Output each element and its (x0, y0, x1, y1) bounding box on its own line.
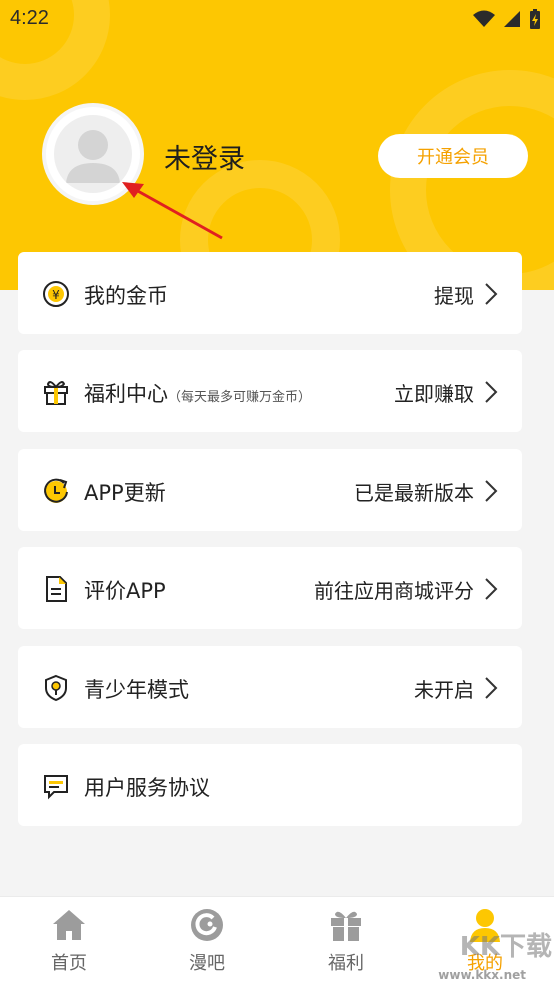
tab-home[interactable]: 首页 (0, 897, 138, 984)
chevron-right-icon (485, 283, 498, 305)
menu-item-teen-mode[interactable]: 青少年模式 未开启 (18, 646, 522, 728)
menu-value: 立即赚取 (394, 382, 474, 406)
menu-label: 评价APP (84, 579, 166, 603)
tab-welfare[interactable]: 福利 (277, 897, 415, 984)
menu-value: 未开启 (414, 678, 474, 702)
watermark: KK下载 (459, 932, 552, 962)
document-icon (46, 576, 67, 602)
menu-item-agreement[interactable]: 用户服务协议 (18, 744, 522, 826)
menu-label: 青少年模式 (84, 678, 189, 702)
home-icon (53, 910, 85, 940)
status-time: 4:22 (10, 7, 49, 29)
update-icon (44, 478, 68, 503)
menu-value: 已是最新版本 (354, 481, 474, 505)
wifi-icon (473, 10, 495, 27)
manba-icon (191, 909, 223, 941)
svg-text:¥: ¥ (52, 288, 60, 302)
status-icons (472, 8, 542, 30)
tab-label: 福利 (328, 953, 364, 974)
menu-item-coins[interactable]: ¥ 我的金币 提现 (18, 252, 522, 334)
signal-icon (504, 11, 520, 27)
chevron-right-icon (485, 578, 498, 600)
tab-label: 漫吧 (189, 953, 225, 974)
menu-item-update[interactable]: APP更新 已是最新版本 (18, 449, 522, 531)
tab-label: 首页 (51, 953, 87, 974)
menu-label: 福利中心（每天最多可赚万金币） (84, 382, 312, 406)
chevron-right-icon (485, 677, 498, 699)
menu-item-rate[interactable]: 评价APP 前往应用商城评分 (18, 547, 522, 629)
status-bar: 4:22 (0, 0, 554, 40)
gift-icon (331, 911, 361, 941)
menu-label: 用户服务协议 (84, 776, 210, 800)
menu-item-welfare[interactable]: 福利中心（每天最多可赚万金币） 立即赚取 (18, 350, 522, 432)
tab-manba[interactable]: 漫吧 (138, 897, 276, 984)
battery-icon (530, 9, 540, 29)
menu-value: 提现 (434, 284, 474, 308)
chevron-right-icon (485, 480, 498, 502)
menu-label: 我的金币 (84, 284, 168, 308)
menu-label: APP更新 (84, 481, 166, 505)
chevron-right-icon (485, 381, 498, 403)
message-icon (44, 775, 68, 800)
shield-icon (45, 674, 67, 702)
login-status[interactable]: 未登录 (164, 137, 245, 176)
gift-icon (44, 381, 68, 405)
coin-icon: ¥ (43, 281, 69, 307)
vip-button[interactable]: 开通会员 (378, 134, 528, 178)
menu-value: 前往应用商城评分 (314, 579, 474, 603)
pointer-arrow-icon (122, 182, 223, 240)
watermark-url: www.kkx.net (438, 968, 526, 982)
menu-sublabel: （每天最多可赚万金币） (168, 390, 312, 405)
